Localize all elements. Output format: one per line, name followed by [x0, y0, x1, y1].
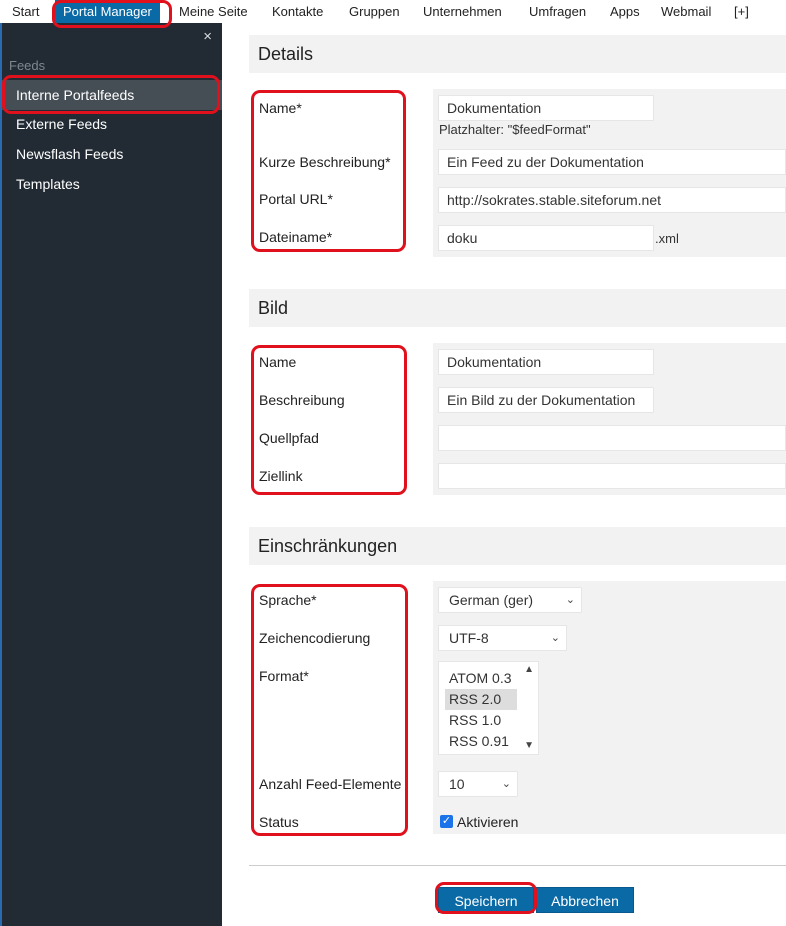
bild-desc-input[interactable]: Ein Bild zu der Dokumentation: [438, 387, 654, 413]
nav-gruppen[interactable]: Gruppen: [349, 0, 400, 23]
feed-count-value: 10: [449, 776, 465, 792]
divider: [249, 865, 786, 866]
close-icon[interactable]: ×: [203, 28, 212, 45]
scroll-up-icon[interactable]: ▲: [524, 664, 534, 675]
nav-unternehmen[interactable]: Unternehmen: [423, 0, 502, 23]
nav-kontakte[interactable]: Kontakte: [272, 0, 323, 23]
bild-link-input[interactable]: [438, 463, 786, 489]
lang-label: Sprache*: [259, 592, 317, 608]
scroll-down-icon[interactable]: ▼: [524, 740, 534, 751]
status-checkbox[interactable]: ✓: [440, 815, 453, 828]
details-url-input[interactable]: http://sokrates.stable.siteforum.net: [438, 187, 786, 213]
details-url-label: Portal URL*: [259, 191, 333, 207]
sidebar-item-interne-portalfeeds[interactable]: Interne Portalfeeds: [2, 80, 222, 110]
details-file-suffix: .xml: [655, 231, 679, 246]
bild-desc-label: Beschreibung: [259, 392, 345, 408]
nav-webmail[interactable]: Webmail: [661, 0, 711, 23]
details-name-input[interactable]: Dokumentation: [438, 95, 654, 121]
status-label: Status: [259, 814, 299, 830]
format-option-rss20[interactable]: RSS 2.0: [445, 689, 517, 710]
feed-count-select[interactable]: 10 ⌄: [438, 771, 518, 797]
sidebar: × Feeds Interne Portalfeeds Externe Feed…: [2, 23, 222, 926]
nav-meine-seite[interactable]: Meine Seite: [179, 0, 248, 23]
bild-name-input[interactable]: Dokumentation: [438, 349, 654, 375]
main-content: Details Name* Dokumentation Platzhalter:…: [222, 23, 786, 926]
format-option-rss10[interactable]: RSS 1.0: [445, 710, 517, 731]
bild-link-label: Ziellink: [259, 468, 303, 484]
section-restrictions-title: Einschränkungen: [249, 527, 786, 565]
format-listbox[interactable]: ATOM 0.3 RSS 2.0 RSS 1.0 RSS 0.91 ▲ ▼: [438, 661, 539, 755]
count-label: Anzahl Feed-Elemente: [259, 776, 402, 792]
status-checkbox-label: Aktivieren: [457, 814, 519, 830]
nav-portal-manager[interactable]: Portal Manager: [55, 0, 160, 23]
details-name-hint: Platzhalter: "$feedFormat": [439, 122, 591, 137]
cancel-button[interactable]: Abbrechen: [536, 887, 634, 913]
top-navigation: Start Portal Manager Meine Seite Kontakt…: [0, 0, 786, 24]
nav-apps[interactable]: Apps: [610, 0, 640, 23]
section-bild-title: Bild: [249, 289, 786, 327]
section-details-title: Details: [249, 35, 786, 73]
encoding-select-value: UTF-8: [449, 630, 489, 646]
bild-src-label: Quellpfad: [259, 430, 319, 446]
sidebar-item-externe-feeds[interactable]: Externe Feeds: [2, 109, 222, 139]
chevron-down-icon: ⌄: [550, 632, 560, 644]
details-file-label: Dateiname*: [259, 229, 333, 245]
encoding-label: Zeichencodierung: [259, 630, 371, 646]
language-select[interactable]: German (ger) ⌄: [438, 587, 582, 613]
format-option-rss091[interactable]: RSS 0.91: [445, 731, 517, 752]
encoding-select[interactable]: UTF-8 ⌄: [438, 625, 567, 651]
sidebar-item-templates[interactable]: Templates: [2, 169, 222, 199]
language-select-value: German (ger): [449, 592, 534, 608]
nav-start[interactable]: Start: [12, 0, 39, 23]
sidebar-item-newsflash-feeds[interactable]: Newsflash Feeds: [2, 139, 222, 169]
details-name-label: Name*: [259, 100, 302, 116]
format-option-atom03[interactable]: ATOM 0.3: [445, 668, 517, 689]
nav-more[interactable]: [+]: [734, 0, 749, 23]
nav-umfragen[interactable]: Umfragen: [529, 0, 586, 23]
details-file-input[interactable]: doku: [438, 225, 654, 251]
details-desc-label: Kurze Beschreibung*: [259, 154, 391, 170]
details-desc-input[interactable]: Ein Feed zu der Dokumentation: [438, 149, 786, 175]
save-button[interactable]: Speichern: [438, 887, 534, 913]
chevron-down-icon: ⌄: [565, 594, 575, 606]
chevron-down-icon: ⌄: [501, 778, 511, 790]
sidebar-heading: Feeds: [9, 58, 46, 73]
format-label: Format*: [259, 668, 309, 684]
bild-name-label: Name: [259, 354, 297, 370]
bild-src-input[interactable]: [438, 425, 786, 451]
